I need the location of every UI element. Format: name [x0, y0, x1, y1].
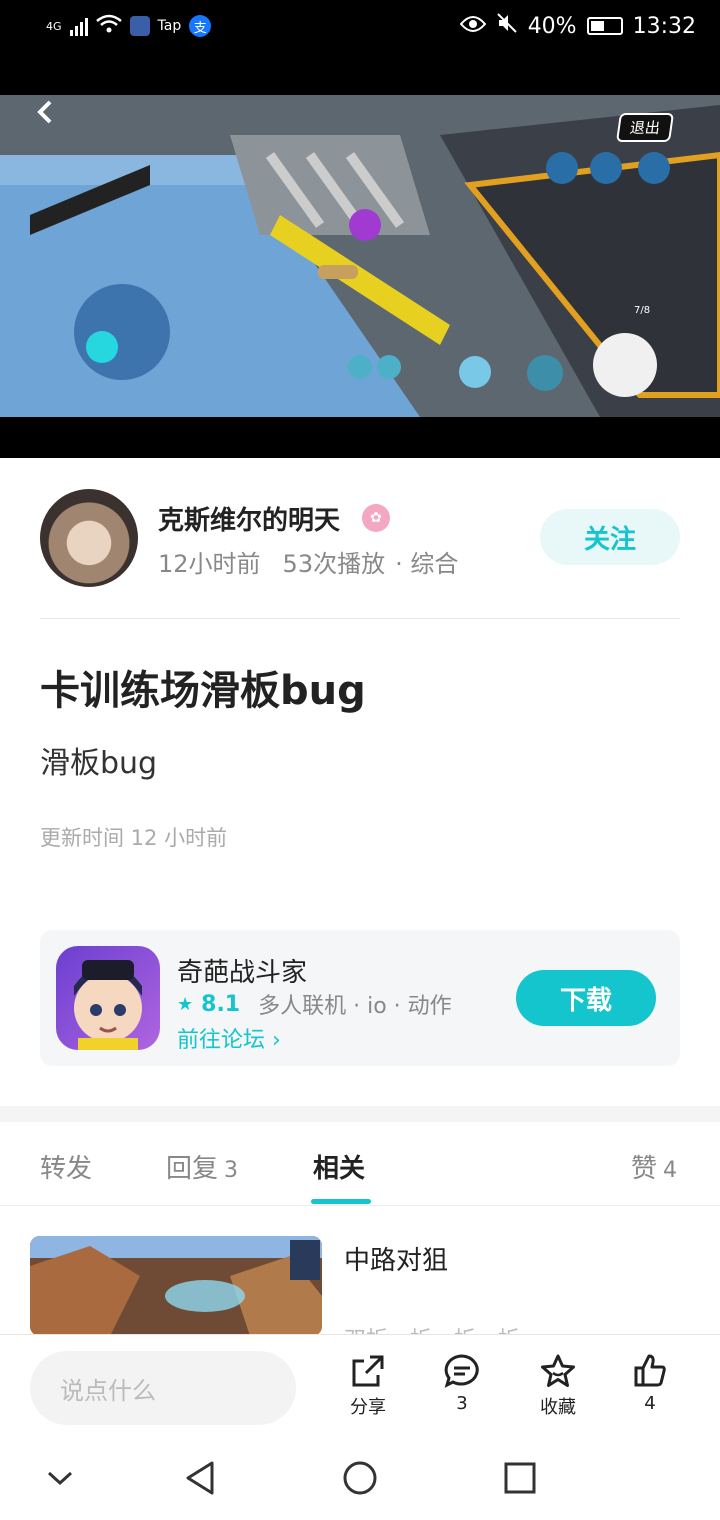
star-icon — [541, 1354, 575, 1387]
share-label: 分享 — [350, 1397, 386, 1418]
mute-icon — [496, 12, 518, 40]
battery-icon — [586, 17, 623, 35]
like-count: 4 — [644, 1393, 656, 1414]
tab-forward-label[interactable]: 转发 — [40, 1154, 92, 1184]
download-button[interactable]: 下载 — [516, 970, 656, 1026]
comment-icon — [444, 1354, 479, 1388]
game-app-icon[interactable] — [56, 946, 160, 1050]
alipay-icon: 支 — [189, 15, 212, 37]
favorite-button[interactable]: 收藏 — [518, 1353, 598, 1419]
tab-like-label[interactable]: 赞 — [631, 1154, 657, 1184]
tab-like[interactable]: 赞4 — [631, 1148, 677, 1185]
game-counter: 7/8 — [634, 305, 651, 316]
game-video-frame — [0, 95, 720, 417]
star-rating-icon: ★ — [177, 993, 194, 1015]
system-nav-bar — [0, 1440, 720, 1520]
share-button[interactable]: 分享 — [328, 1353, 408, 1419]
author-badge-icon: ✿ — [362, 504, 390, 532]
bottom-action-bar: 说点什么 分享 3 收藏 4 — [0, 1334, 720, 1440]
video-letterbox — [0, 417, 720, 458]
game-meta: ★ 8.1 多人联机 · io · 动作 — [177, 988, 452, 1020]
related-title[interactable]: 中路对狙 — [344, 1240, 448, 1277]
avatar[interactable] — [40, 489, 138, 587]
forum-link[interactable]: 前往论坛 › — [177, 1022, 281, 1054]
section-separator — [0, 1106, 720, 1122]
tap-label: Tap — [157, 18, 182, 34]
tab-related-label[interactable]: 相关 — [313, 1154, 365, 1184]
game-exit-label: 退出 — [615, 113, 675, 142]
chevron-down-icon[interactable] — [46, 1468, 74, 1492]
comment-button[interactable]: 3 — [422, 1353, 502, 1414]
play-count: 53次播放 — [282, 550, 386, 578]
tab-reply-count: 3 — [224, 1158, 239, 1183]
author-name[interactable]: 克斯维尔的明天 — [158, 500, 340, 537]
post-body: 滑板bug — [40, 746, 158, 781]
back-arrow-icon[interactable] — [34, 99, 58, 129]
game-name[interactable]: 奇葩战斗家 — [177, 952, 307, 989]
tab-forward[interactable]: 转发 — [40, 1148, 92, 1185]
signal-icon — [69, 16, 88, 36]
forum-link-label[interactable]: 前往论坛 — [177, 1028, 265, 1053]
post-time: 12小时前 — [158, 550, 261, 578]
favorite-label: 收藏 — [540, 1397, 576, 1418]
like-button[interactable]: 4 — [610, 1353, 690, 1414]
tab-reply[interactable]: 回复 3 — [166, 1148, 238, 1185]
update-time: 更新时间 12 小时前 — [40, 826, 228, 850]
game-tags: 多人联机 · io · 动作 — [258, 994, 452, 1019]
post-category: · 综合 — [395, 550, 459, 578]
author-meta: 12小时前 53次播放 · 综合 — [158, 544, 458, 579]
chevron-right-icon: › — [272, 1028, 281, 1053]
nav-home-icon[interactable] — [342, 1460, 378, 1500]
nav-back-icon[interactable] — [184, 1460, 216, 1500]
game-card[interactable]: 奇葩战斗家 ★ 8.1 多人联机 · io · 动作 前往论坛 › 下载 — [40, 930, 680, 1066]
follow-button[interactable]: 关注 — [540, 509, 680, 565]
network-label: 4G — [46, 19, 62, 33]
wifi-icon — [95, 14, 122, 38]
clock: 13:32 — [632, 13, 696, 39]
thumbs-up-icon — [634, 1354, 666, 1387]
eye-icon — [459, 14, 487, 39]
comment-input[interactable]: 说点什么 — [30, 1351, 296, 1425]
tab-related[interactable]: 相关 — [313, 1148, 365, 1185]
share-icon — [352, 1355, 384, 1387]
tab-bar: 转发 回复 3 相关 赞4 — [0, 1122, 720, 1206]
related-video-thumbnail[interactable] — [30, 1236, 322, 1336]
divider — [40, 618, 680, 619]
comment-count: 3 — [456, 1393, 468, 1414]
post-title: 卡训练场滑板bug — [40, 668, 366, 714]
video-player[interactable]: 退出 7/8 — [0, 95, 720, 417]
tab-active-indicator — [311, 1199, 371, 1204]
related-subtitle: 双折一拆一拆一拆 — [344, 1322, 520, 1334]
status-bar: 4G Tap 支 40% 13:32 — [0, 0, 720, 95]
app-notification-icon — [129, 16, 150, 36]
battery-percent: 40% — [527, 13, 577, 39]
tab-reply-label[interactable]: 回复 — [166, 1154, 218, 1184]
game-rating: 8.1 — [201, 991, 241, 1017]
nav-recents-icon[interactable] — [504, 1462, 536, 1498]
tab-like-count: 4 — [663, 1158, 678, 1183]
